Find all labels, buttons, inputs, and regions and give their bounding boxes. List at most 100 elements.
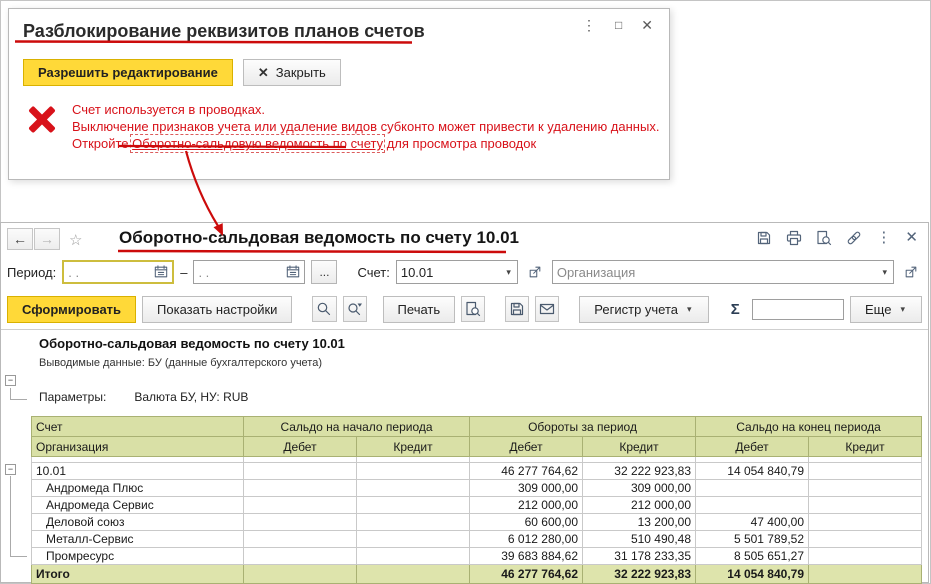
print-icon[interactable] (786, 230, 802, 246)
preview-button[interactable] (461, 296, 486, 322)
cell-value[interactable] (243, 564, 357, 584)
account-open-button[interactable] (524, 261, 546, 283)
period-options-button[interactable]: ... (311, 260, 338, 284)
col-header-debit[interactable]: Дебет (243, 436, 357, 457)
cell-value[interactable] (243, 479, 357, 497)
cell-value[interactable]: 5 501 789,52 (695, 530, 810, 548)
organization-input[interactable]: Организация ▾ (551, 260, 894, 284)
cell-value[interactable] (695, 496, 810, 514)
search-next-button[interactable] (342, 296, 367, 322)
dialog-close-icon[interactable]: ✕ (641, 17, 653, 33)
cell-name[interactable]: Металл-Сервис (31, 530, 244, 548)
cell-name[interactable]: Андромеда Сервис (31, 496, 244, 514)
col-header-account[interactable]: Счет (31, 416, 244, 437)
cell-value[interactable] (356, 530, 470, 548)
autosum-field[interactable] (752, 298, 845, 320)
cell-value[interactable] (243, 496, 357, 514)
col-header-credit[interactable]: Кредит (808, 436, 923, 457)
cell-name[interactable]: Итого (31, 564, 244, 584)
col-header-organization[interactable]: Организация (31, 436, 244, 457)
cell-name[interactable]: 10.01 (31, 462, 244, 480)
col-header-debit[interactable]: Дебет (695, 436, 810, 457)
cell-name[interactable]: Андромеда Плюс (31, 479, 244, 497)
collapse-account-icon[interactable]: − (5, 464, 16, 475)
get-link-icon[interactable] (846, 230, 862, 246)
cell-value[interactable]: 46 277 764,62 (469, 564, 583, 584)
show-settings-button[interactable]: Показать настройки (142, 295, 293, 323)
cell-value[interactable]: 510 490,48 (581, 530, 697, 548)
back-button[interactable]: ← (7, 228, 33, 250)
cell-value[interactable] (243, 530, 357, 548)
allow-edit-button[interactable]: Разрешить редактирование (23, 59, 233, 86)
save-icon[interactable] (756, 230, 772, 246)
cell-name[interactable]: Промресурс (31, 547, 244, 565)
calendar-icon[interactable] (286, 265, 300, 279)
cell-value[interactable] (356, 547, 470, 565)
more-button[interactable]: Еще ▾ (850, 295, 922, 323)
send-mail-button[interactable] (535, 296, 560, 322)
col-header-credit[interactable]: Кредит (581, 436, 697, 457)
balance-sheet-link[interactable]: Оборотно-сальдовую ведомость по счету (130, 134, 386, 153)
period-from-input[interactable]: . . (62, 260, 175, 284)
cell-value[interactable]: 13 200,00 (581, 513, 697, 531)
cell-value[interactable] (808, 547, 923, 565)
save-report-button[interactable] (505, 296, 530, 322)
cell-value[interactable] (356, 479, 470, 497)
register-button[interactable]: Регистр учета ▾ (579, 295, 709, 323)
col-header-credit[interactable]: Кредит (356, 436, 470, 457)
chevron-down-icon[interactable]: ▾ (880, 267, 889, 278)
chevron-down-icon[interactable]: ▾ (504, 267, 513, 278)
cell-value[interactable]: 32 222 923,83 (581, 564, 697, 584)
account-input[interactable]: 10.01 ▾ (395, 260, 518, 284)
generate-button[interactable]: Сформировать (7, 295, 137, 323)
cell-value[interactable]: 46 277 764,62 (469, 462, 583, 480)
col-header-debit[interactable]: Дебет (469, 436, 583, 457)
cell-value[interactable] (808, 462, 923, 480)
cell-value[interactable] (243, 513, 357, 531)
cell-value[interactable] (808, 479, 923, 497)
cell-value[interactable]: 39 683 884,62 (469, 547, 583, 565)
cell-value[interactable]: 309 000,00 (581, 479, 697, 497)
dialog-maximize-icon[interactable]: □ (615, 17, 622, 33)
collapse-group-icon[interactable]: − (5, 375, 16, 386)
cell-value[interactable]: 14 054 840,79 (695, 462, 810, 480)
cell-value[interactable] (695, 479, 810, 497)
dialog-more-icon[interactable]: ⋮ (582, 17, 596, 33)
period-to-input[interactable]: . . (193, 260, 306, 284)
print-preview-icon[interactable] (816, 230, 832, 246)
cell-value[interactable] (808, 530, 923, 548)
window-more-icon[interactable]: ⋮ (876, 230, 891, 246)
col-header-closing[interactable]: Сальдо на конец периода (695, 416, 923, 437)
close-button[interactable]: ✕ Закрыть (242, 59, 341, 86)
print-button[interactable]: Печать (382, 295, 456, 323)
cell-value[interactable] (356, 513, 470, 531)
col-header-opening[interactable]: Сальдо на начало периода (243, 416, 470, 437)
window-close-icon[interactable]: ✕ (905, 230, 918, 246)
cell-value[interactable] (808, 513, 923, 531)
cell-value[interactable]: 6 012 280,00 (469, 530, 583, 548)
forward-button[interactable]: → (34, 228, 60, 250)
col-header-turnover[interactable]: Обороты за период (468, 416, 697, 437)
cell-value[interactable]: 309 000,00 (469, 479, 583, 497)
cell-value[interactable]: 212 000,00 (581, 496, 697, 514)
cell-value[interactable]: 31 178 233,35 (581, 547, 697, 565)
cell-value[interactable] (243, 547, 357, 565)
favorite-star-icon[interactable]: ☆ (69, 231, 82, 249)
cell-value[interactable] (356, 564, 470, 584)
search-button[interactable] (312, 296, 337, 322)
cell-value[interactable]: 14 054 840,79 (695, 564, 810, 584)
cell-value[interactable]: 8 505 651,27 (695, 547, 810, 565)
cell-value[interactable]: 32 222 923,83 (581, 462, 697, 480)
cell-value[interactable]: 212 000,00 (469, 496, 583, 514)
cell-value[interactable] (356, 462, 470, 480)
autosum-icon[interactable]: Σ (725, 300, 746, 319)
cell-value[interactable] (808, 564, 923, 584)
organization-open-button[interactable] (900, 261, 922, 283)
cell-value[interactable]: 60 600,00 (469, 513, 583, 531)
calendar-icon[interactable] (154, 265, 168, 279)
cell-value[interactable]: 47 400,00 (695, 513, 810, 531)
cell-value[interactable] (356, 496, 470, 514)
cell-value[interactable] (808, 496, 923, 514)
cell-name[interactable]: Деловой союз (31, 513, 244, 531)
cell-value[interactable] (243, 462, 357, 480)
